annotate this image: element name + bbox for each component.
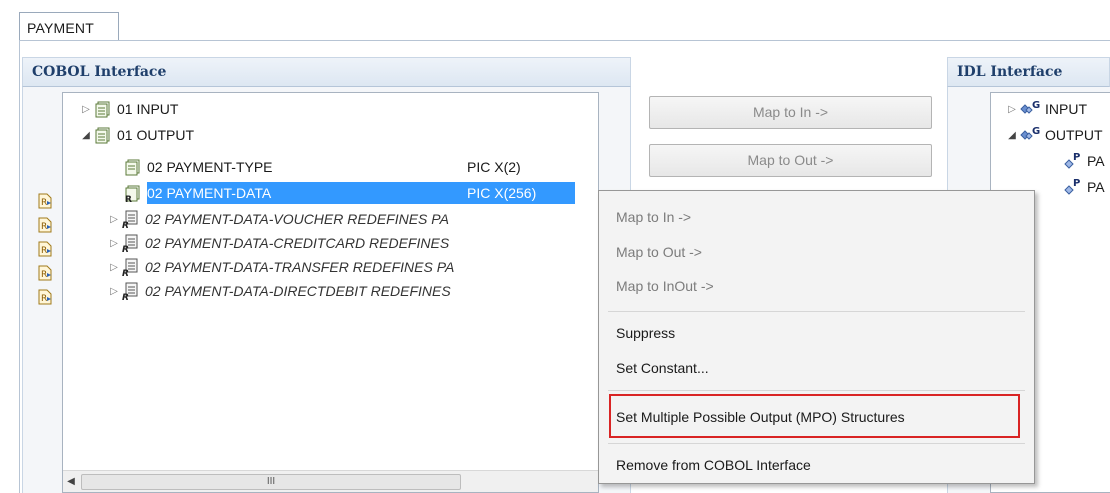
svg-text:R: R (125, 195, 132, 203)
tree-row-input[interactable]: ▷ 01 INPUT (79, 97, 178, 121)
svg-text:R: R (41, 270, 47, 280)
pic-clause: PIC X(2) (467, 159, 521, 175)
expand-arrow-icon[interactable]: ▷ (107, 214, 121, 225)
map-to-out-label: Map to Out -> (747, 152, 834, 168)
svg-text:P: P (1073, 152, 1080, 163)
tree-row-label: 02 PAYMENT-DATA-DIRECTDEBIT REDEFINES (145, 283, 451, 299)
tree-row-label: 01 OUTPUT (117, 127, 195, 143)
svg-text:R: R (122, 245, 129, 253)
idl-group-icon: G (1020, 100, 1040, 114)
tree-row-label: 02 PAYMENT-DATA-TRANSFER REDEFINES PA (145, 259, 455, 275)
idl-row-parameter[interactable]: P PA (1063, 149, 1105, 173)
tree-row-redefines[interactable]: ▷ R 02 PAYMENT-DATA-DIRECTDEBIT REDEFINE… (107, 279, 451, 303)
horizontal-scrollbar[interactable]: ◀ III (63, 470, 598, 492)
menu-separator (608, 311, 1025, 312)
idl-interface-title: IDL Interface (957, 64, 1063, 80)
svg-text:R: R (41, 198, 47, 208)
tree-row-redefines[interactable]: ▷ R 02 PAYMENT-DATA-TRANSFER REDEFINES P… (107, 255, 454, 279)
svg-text:R: R (41, 294, 47, 304)
expand-arrow-icon[interactable]: ▷ (79, 104, 93, 115)
idl-interface-header: IDL Interface (947, 57, 1110, 87)
scroll-left-icon[interactable]: ◀ (63, 474, 79, 490)
redefines-icon: R (122, 282, 138, 301)
idl-row-label: INPUT (1045, 101, 1087, 117)
redefines-icon: R (122, 234, 138, 253)
menu-item-remove-from-cobol-interface[interactable]: Remove from COBOL Interface (599, 451, 1034, 479)
scrollbar-grip: III (266, 476, 276, 487)
redefines-icon: R (122, 258, 138, 277)
menu-item-map-to-in[interactable]: Map to In -> (599, 203, 1034, 231)
cobol-interface-title: COBOL Interface (32, 64, 167, 80)
idl-row-parameter[interactable]: P PA (1063, 175, 1105, 199)
svg-text:R: R (122, 221, 129, 229)
marker-gutter: R R R R R (30, 92, 61, 493)
tab-payment[interactable]: PAYMENT (19, 12, 119, 42)
group-icon (95, 101, 110, 118)
svg-text:R: R (41, 246, 47, 256)
idl-row-label: PA (1087, 153, 1105, 169)
tree-row-payment-type[interactable]: 02 PAYMENT-TYPE PIC X(2) (123, 155, 563, 179)
tree-row-label: 02 PAYMENT-DATA-VOUCHER REDEFINES PA (145, 211, 449, 227)
tab-label: PAYMENT (27, 20, 94, 36)
svg-text:R: R (122, 269, 129, 277)
cobol-tree[interactable]: ▷ 01 INPUT ◢ 01 OUTPUT 02 PAYMENT-TYPE P… (62, 92, 599, 493)
expand-arrow-icon[interactable]: ▷ (1005, 104, 1019, 115)
redefined-field-icon: R (125, 185, 140, 203)
idl-parameter-icon: P (1064, 178, 1080, 195)
redefines-marker-icon[interactable]: R (36, 240, 54, 258)
tree-row-redefines[interactable]: ▷ R 02 PAYMENT-DATA-CREDITCARD REDEFINES (107, 231, 449, 255)
svg-text:R: R (122, 293, 129, 301)
menu-separator (608, 390, 1025, 391)
redefines-icon: R (122, 210, 138, 229)
highlight-box (609, 394, 1020, 438)
svg-text:R: R (41, 222, 47, 232)
collapse-arrow-icon[interactable]: ◢ (79, 130, 93, 141)
map-to-out-button[interactable]: Map to Out -> (649, 144, 932, 177)
menu-separator (608, 443, 1025, 444)
pic-clause: PIC X(256) (467, 185, 537, 201)
field-icon (125, 159, 140, 176)
idl-parameter-icon: P (1064, 152, 1080, 169)
map-to-in-button[interactable]: Map to In -> (649, 96, 932, 129)
expand-arrow-icon[interactable]: ▷ (107, 286, 121, 297)
menu-item-map-to-out[interactable]: Map to Out -> (599, 238, 1034, 266)
tree-row-label: 01 INPUT (117, 101, 179, 117)
cobol-interface-header: COBOL Interface (22, 57, 631, 87)
expand-arrow-icon[interactable]: ▷ (107, 238, 121, 249)
tree-row-label: 02 PAYMENT-DATA (147, 185, 272, 201)
redefines-marker-icon[interactable]: R (36, 264, 54, 282)
menu-item-map-to-inout[interactable]: Map to InOut -> (599, 272, 1034, 300)
tree-row-payment-data[interactable]: R 02 PAYMENT-DATA PIC X(256) (123, 181, 575, 205)
menu-item-suppress[interactable]: Suppress (599, 319, 1034, 347)
idl-row-input[interactable]: ▷ G INPUT (1005, 97, 1087, 121)
redefines-marker-icon[interactable]: R (36, 216, 54, 234)
tree-row-label: 02 PAYMENT-DATA-CREDITCARD REDEFINES (145, 235, 450, 251)
svg-text:P: P (1073, 178, 1080, 189)
tree-row-output[interactable]: ◢ 01 OUTPUT (79, 123, 194, 147)
scrollbar-thumb[interactable]: III (81, 474, 461, 490)
redefines-marker-icon[interactable]: R (36, 192, 54, 210)
svg-text:G: G (1032, 100, 1040, 111)
tree-row-redefines[interactable]: ▷ R 02 PAYMENT-DATA-VOUCHER REDEFINES PA (107, 207, 449, 231)
idl-row-label: PA (1087, 179, 1105, 195)
menu-item-set-constant[interactable]: Set Constant... (599, 354, 1034, 382)
group-icon (95, 127, 110, 144)
idl-row-label: OUTPUT (1045, 127, 1103, 143)
context-menu: Map to In -> Map to Out -> Map to InOut … (598, 190, 1035, 484)
idl-row-output[interactable]: ◢ G OUTPUT (1005, 123, 1103, 147)
redefines-marker-icon[interactable]: R (36, 288, 54, 306)
idl-group-icon: G (1020, 126, 1040, 140)
map-to-in-label: Map to In -> (752, 104, 829, 120)
collapse-arrow-icon[interactable]: ◢ (1005, 130, 1019, 141)
svg-text:G: G (1032, 126, 1040, 137)
expand-arrow-icon[interactable]: ▷ (107, 262, 121, 273)
tree-row-label: 02 PAYMENT-TYPE (147, 159, 273, 175)
tab-bar (118, 12, 1110, 41)
